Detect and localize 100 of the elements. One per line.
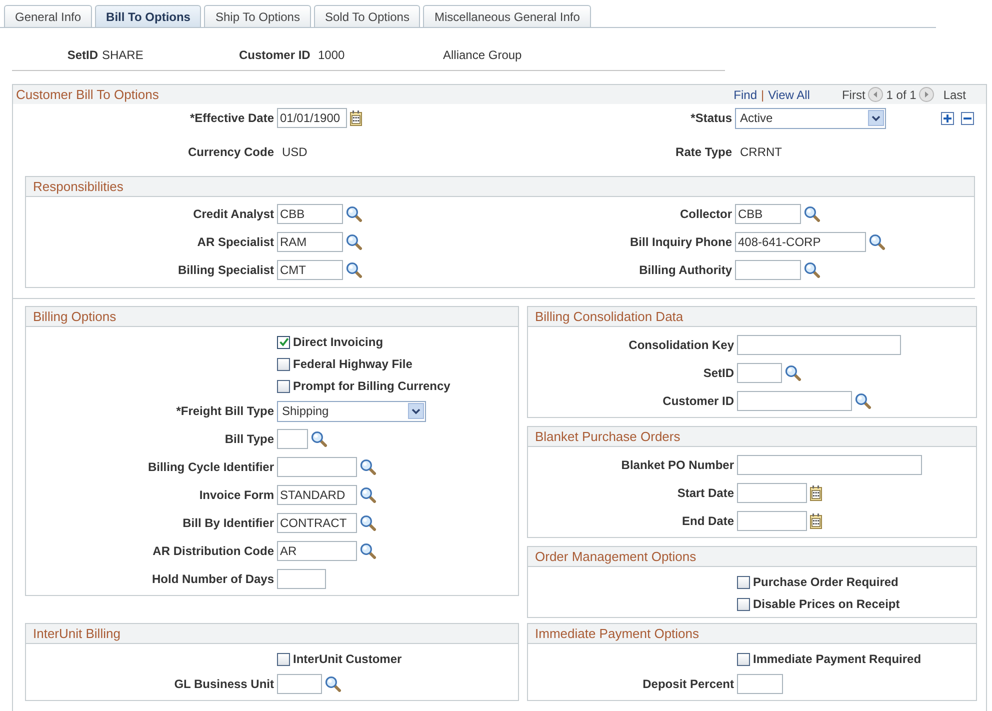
input-field[interactable] (737, 391, 852, 411)
input-field[interactable]: CONTRACT (277, 513, 357, 533)
field-label: AR Specialist (197, 235, 274, 249)
input-field[interactable] (735, 260, 801, 280)
search-icon[interactable] (346, 262, 362, 278)
input-field[interactable] (737, 335, 901, 355)
search-icon[interactable] (311, 431, 327, 447)
field-label: Collector (680, 207, 732, 221)
calendar-icon[interactable] (810, 513, 823, 529)
find-link[interactable]: Find (734, 88, 758, 102)
search-icon[interactable] (360, 515, 376, 531)
checkbox-label: InterUnit Customer (293, 652, 402, 666)
search-icon[interactable] (325, 676, 341, 692)
chevron-down-icon (868, 110, 884, 126)
field-label: Billing Cycle Identifier (148, 460, 274, 474)
separator: | (761, 88, 764, 102)
input-field[interactable]: CMT (277, 260, 343, 280)
checkbox[interactable] (277, 358, 290, 370)
checkmark-icon (278, 337, 288, 347)
field-label: Deposit Percent (642, 677, 734, 691)
search-icon[interactable] (785, 365, 801, 381)
input-field[interactable]: RAM (277, 232, 343, 252)
input-field[interactable] (737, 674, 783, 694)
plus-icon (943, 114, 952, 122)
section-title: Responsibilities (26, 177, 974, 197)
checkbox[interactable] (277, 652, 290, 666)
search-icon[interactable] (869, 234, 885, 250)
field-label: SetID (67, 48, 98, 62)
checkbox-label: Direct Invoicing (293, 335, 384, 349)
view-all-link[interactable]: View All (768, 88, 810, 102)
tab[interactable]: Bill To Options (95, 5, 202, 27)
input-field[interactable]: 01/01/1900 (277, 108, 347, 128)
section-title: Blanket Purchase Orders (528, 427, 976, 447)
input-field[interactable] (737, 511, 807, 531)
checkbox-label: Immediate Payment Required (753, 652, 922, 666)
calendar-icon[interactable] (810, 485, 823, 501)
field-label: Credit Analyst (193, 207, 274, 221)
field-label: Rate Type (676, 145, 732, 159)
field-label: Start Date (677, 486, 734, 500)
input-field[interactable] (277, 457, 357, 477)
search-icon[interactable] (346, 206, 362, 222)
field-value: SHARE (102, 48, 144, 62)
input-field[interactable]: STANDARD (277, 485, 357, 505)
dropdown[interactable]: Active (735, 108, 886, 128)
section-title: Order Management Options (528, 547, 976, 567)
field-label: Bill Type (224, 432, 274, 446)
input-field[interactable] (737, 483, 807, 503)
field-label: Billing Specialist (178, 263, 274, 277)
input-field[interactable] (277, 429, 308, 449)
checkbox[interactable] (737, 576, 750, 588)
search-icon[interactable] (360, 543, 376, 559)
checkbox-label: Purchase Order Required (753, 575, 898, 589)
field-label: Invoice Form (199, 488, 274, 502)
chevron-down-icon (408, 403, 424, 419)
page-count: 1 of 1 (886, 88, 916, 102)
input-field[interactable]: CBB (277, 204, 343, 224)
calendar-icon[interactable] (350, 110, 363, 126)
checkbox[interactable] (277, 380, 290, 392)
search-icon[interactable] (804, 206, 820, 222)
input-field[interactable]: CBB (735, 204, 801, 224)
field-label: Currency Code (188, 145, 274, 159)
section-title: Billing Options (26, 307, 518, 327)
input-field[interactable]: AR (277, 541, 357, 561)
add-row-button[interactable] (941, 112, 954, 124)
input-field[interactable] (277, 674, 322, 694)
field-label: *Status (690, 111, 732, 125)
first-label: First (842, 88, 866, 102)
last-label: Last (943, 88, 966, 102)
field-label: End Date (682, 514, 734, 528)
section-title: InterUnit Billing (26, 624, 518, 644)
checkbox[interactable] (737, 652, 750, 666)
search-icon[interactable] (804, 262, 820, 278)
input-field[interactable] (737, 455, 922, 475)
search-icon[interactable] (360, 487, 376, 503)
field-label: Customer ID (239, 48, 310, 62)
search-icon[interactable] (346, 234, 362, 250)
dropdown[interactable]: Shipping (277, 400, 426, 422)
checkbox-label: Disable Prices on Receipt (753, 597, 900, 611)
input-field[interactable] (737, 363, 782, 383)
checkbox[interactable] (277, 336, 290, 348)
delete-row-button[interactable] (961, 112, 974, 124)
field-label: SetID (703, 366, 734, 380)
section-title: Immediate Payment Options (528, 624, 976, 644)
tab[interactable]: General Info (4, 5, 92, 27)
customer-name: Alliance Group (443, 48, 522, 62)
field-label: AR Distribution Code (152, 544, 274, 558)
search-icon[interactable] (360, 459, 376, 475)
field-label: Bill By Identifier (182, 516, 274, 530)
field-label: GL Business Unit (174, 677, 274, 691)
tab[interactable]: Miscellaneous General Info (423, 5, 591, 27)
field-label: Consolidation Key (628, 338, 734, 352)
input-field[interactable] (277, 569, 326, 589)
field-value: 1000 (318, 48, 345, 62)
field-label: *Effective Date (190, 111, 274, 125)
input-field[interactable]: 408-641-CORP (735, 232, 866, 252)
field-label: Customer ID (662, 394, 734, 408)
tab[interactable]: Sold To Options (314, 5, 420, 27)
search-icon[interactable] (855, 393, 871, 409)
checkbox[interactable] (737, 598, 750, 610)
tab[interactable]: Ship To Options (204, 5, 311, 27)
